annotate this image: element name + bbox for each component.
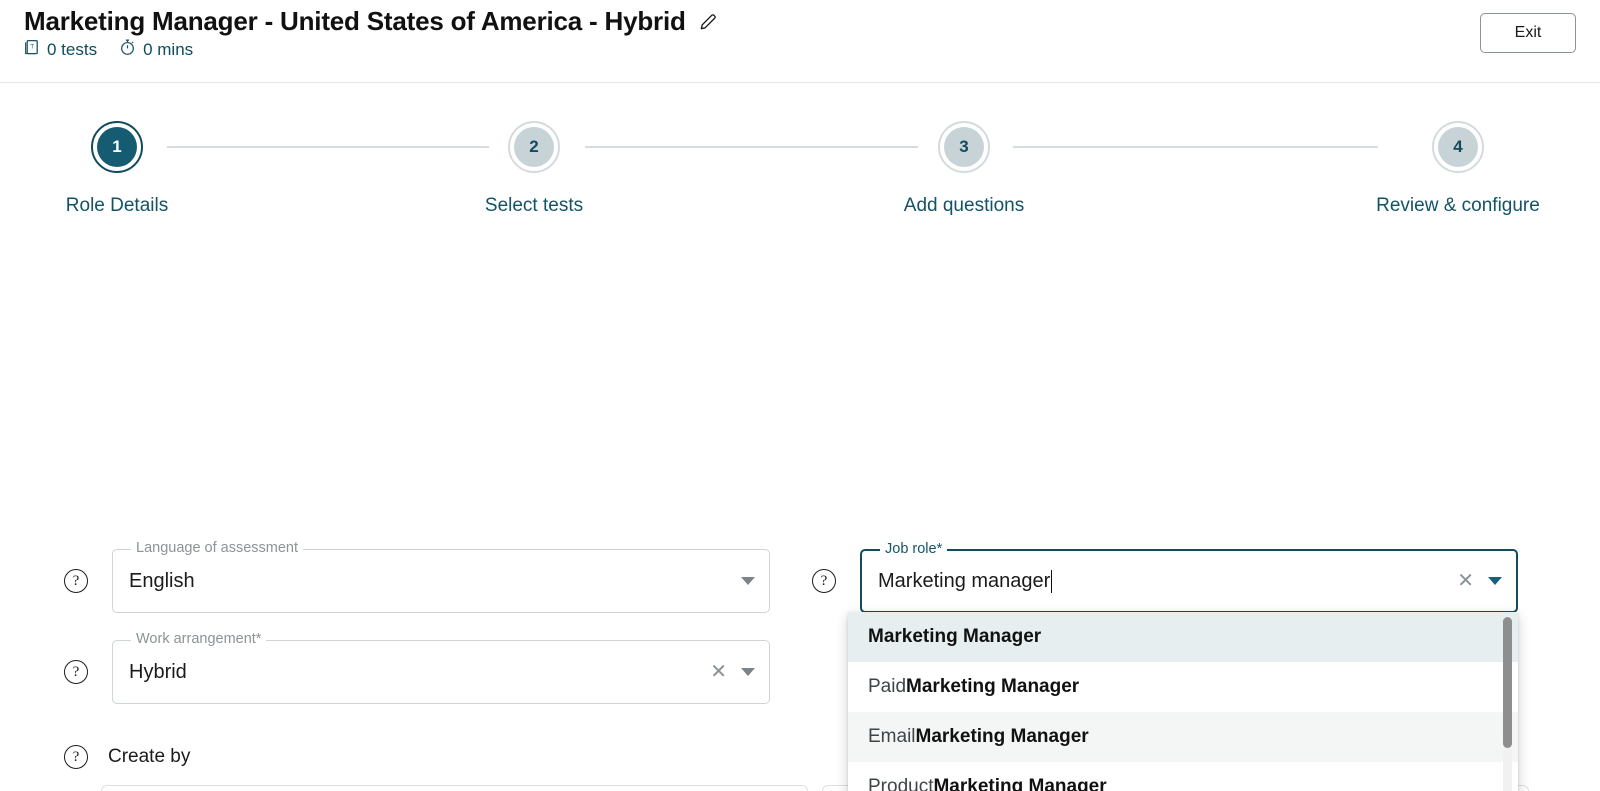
dropdown-scrollbar-thumb[interactable] [1503,617,1512,748]
step-label: Add questions [903,195,1025,216]
language-value: English [129,569,195,592]
job-role-input[interactable]: Marketing manager [878,570,1050,593]
tests-meta: T 0 tests [24,39,97,61]
help-circle-icon[interactable]: ? [64,745,88,769]
create-by-label: Create by [108,746,191,767]
title-row: Marketing Manager - United States of Ame… [24,6,718,37]
job-role-adornments: ✕ [1457,551,1502,611]
work-arrangement-field-row: ? Work arrangement* Hybrid ✕ [64,631,770,704]
option-bold: Marketing Manager [915,726,1089,747]
close-icon[interactable]: ✕ [1457,571,1474,591]
time-meta: 0 mins [119,38,193,61]
wizard-stepper: 1 Role Details 2 Select tests 3 Add ques… [0,121,1600,251]
step-ring: 2 [508,121,560,173]
create-by-template-card[interactable]: Using an assessment template Apply the M… [101,785,808,791]
job-role-dropdown-menu[interactable]: Marketing Manager Paid Marketing Manager… [848,612,1518,791]
language-field-row: ? Language of assessment English [64,540,770,613]
language-adornments [741,550,755,612]
chevron-down-icon[interactable] [741,668,755,676]
close-icon[interactable]: ✕ [710,662,727,682]
option-bold: Marketing Manager [906,676,1080,697]
test-document-icon: T [24,39,40,61]
help-circle-icon[interactable]: ? [64,569,88,593]
page-title: Marketing Manager - United States of Ame… [24,6,686,36]
step-ring: 4 [1432,121,1484,173]
dropdown-option[interactable]: Email Marketing Manager [848,712,1518,762]
dropdown-option[interactable]: Paid Marketing Manager [848,662,1518,712]
option-prefix: Product [868,776,934,791]
header-meta: T 0 tests 0 mins [24,38,193,61]
help-circle-icon[interactable]: ? [812,569,836,593]
option-prefix: Email [868,726,916,747]
tests-count: 0 tests [47,39,98,59]
job-role-option-list: Marketing Manager Paid Marketing Manager… [848,612,1518,791]
stepper-item-select-tests[interactable]: 2 Select tests [419,121,649,217]
pencil-icon[interactable] [698,12,718,32]
page-header: Marketing Manager - United States of Ame… [0,0,1600,83]
job-role-combobox[interactable]: Job role* Marketing manager ✕ [860,541,1518,613]
help-circle-icon[interactable]: ? [64,660,88,684]
option-bold: Marketing Manager [868,626,1042,647]
step-label: Role Details [65,195,169,216]
step-number: 3 [944,127,984,167]
dropdown-option[interactable]: Marketing Manager [848,612,1518,662]
step-label: Select tests [484,195,584,216]
work-arrangement-adornments: ✕ [710,641,755,703]
chevron-down-icon[interactable] [1488,577,1502,585]
language-select[interactable]: Language of assessment English [112,540,770,613]
option-bold: Marketing Manager [933,776,1107,791]
step-label: Review & configure [1376,195,1540,216]
step-ring: 3 [938,121,990,173]
option-prefix: Paid [868,676,907,697]
time-total: 0 mins [143,39,194,59]
stepper-item-add-questions[interactable]: 3 Add questions [849,121,1079,217]
work-arrangement-label: Work arrangement* [131,631,267,647]
language-label: Language of assessment [131,540,304,556]
dropdown-option[interactable]: Product Marketing Manager [848,762,1518,791]
step-number: 4 [1438,127,1478,167]
work-arrangement-select[interactable]: Work arrangement* Hybrid ✕ [112,631,770,704]
create-by-row: ? Create by [64,745,190,769]
exit-button[interactable]: Exit [1480,13,1576,53]
text-cursor [1051,569,1053,593]
svg-text:T: T [30,44,34,50]
work-arrangement-value: Hybrid [129,660,187,683]
stopwatch-icon [119,38,136,61]
stepper-item-review-configure[interactable]: 4 Review & configure [1343,121,1573,217]
chevron-down-icon[interactable] [741,577,755,585]
step-number: 2 [514,127,554,167]
job-role-label: Job role* [880,541,948,557]
stepper-item-role-details[interactable]: 1 Role Details [2,121,232,217]
job-role-field-row: ? Job role* Marketing manager ✕ [812,541,1518,613]
step-number: 1 [97,127,137,167]
step-ring: 1 [91,121,143,173]
